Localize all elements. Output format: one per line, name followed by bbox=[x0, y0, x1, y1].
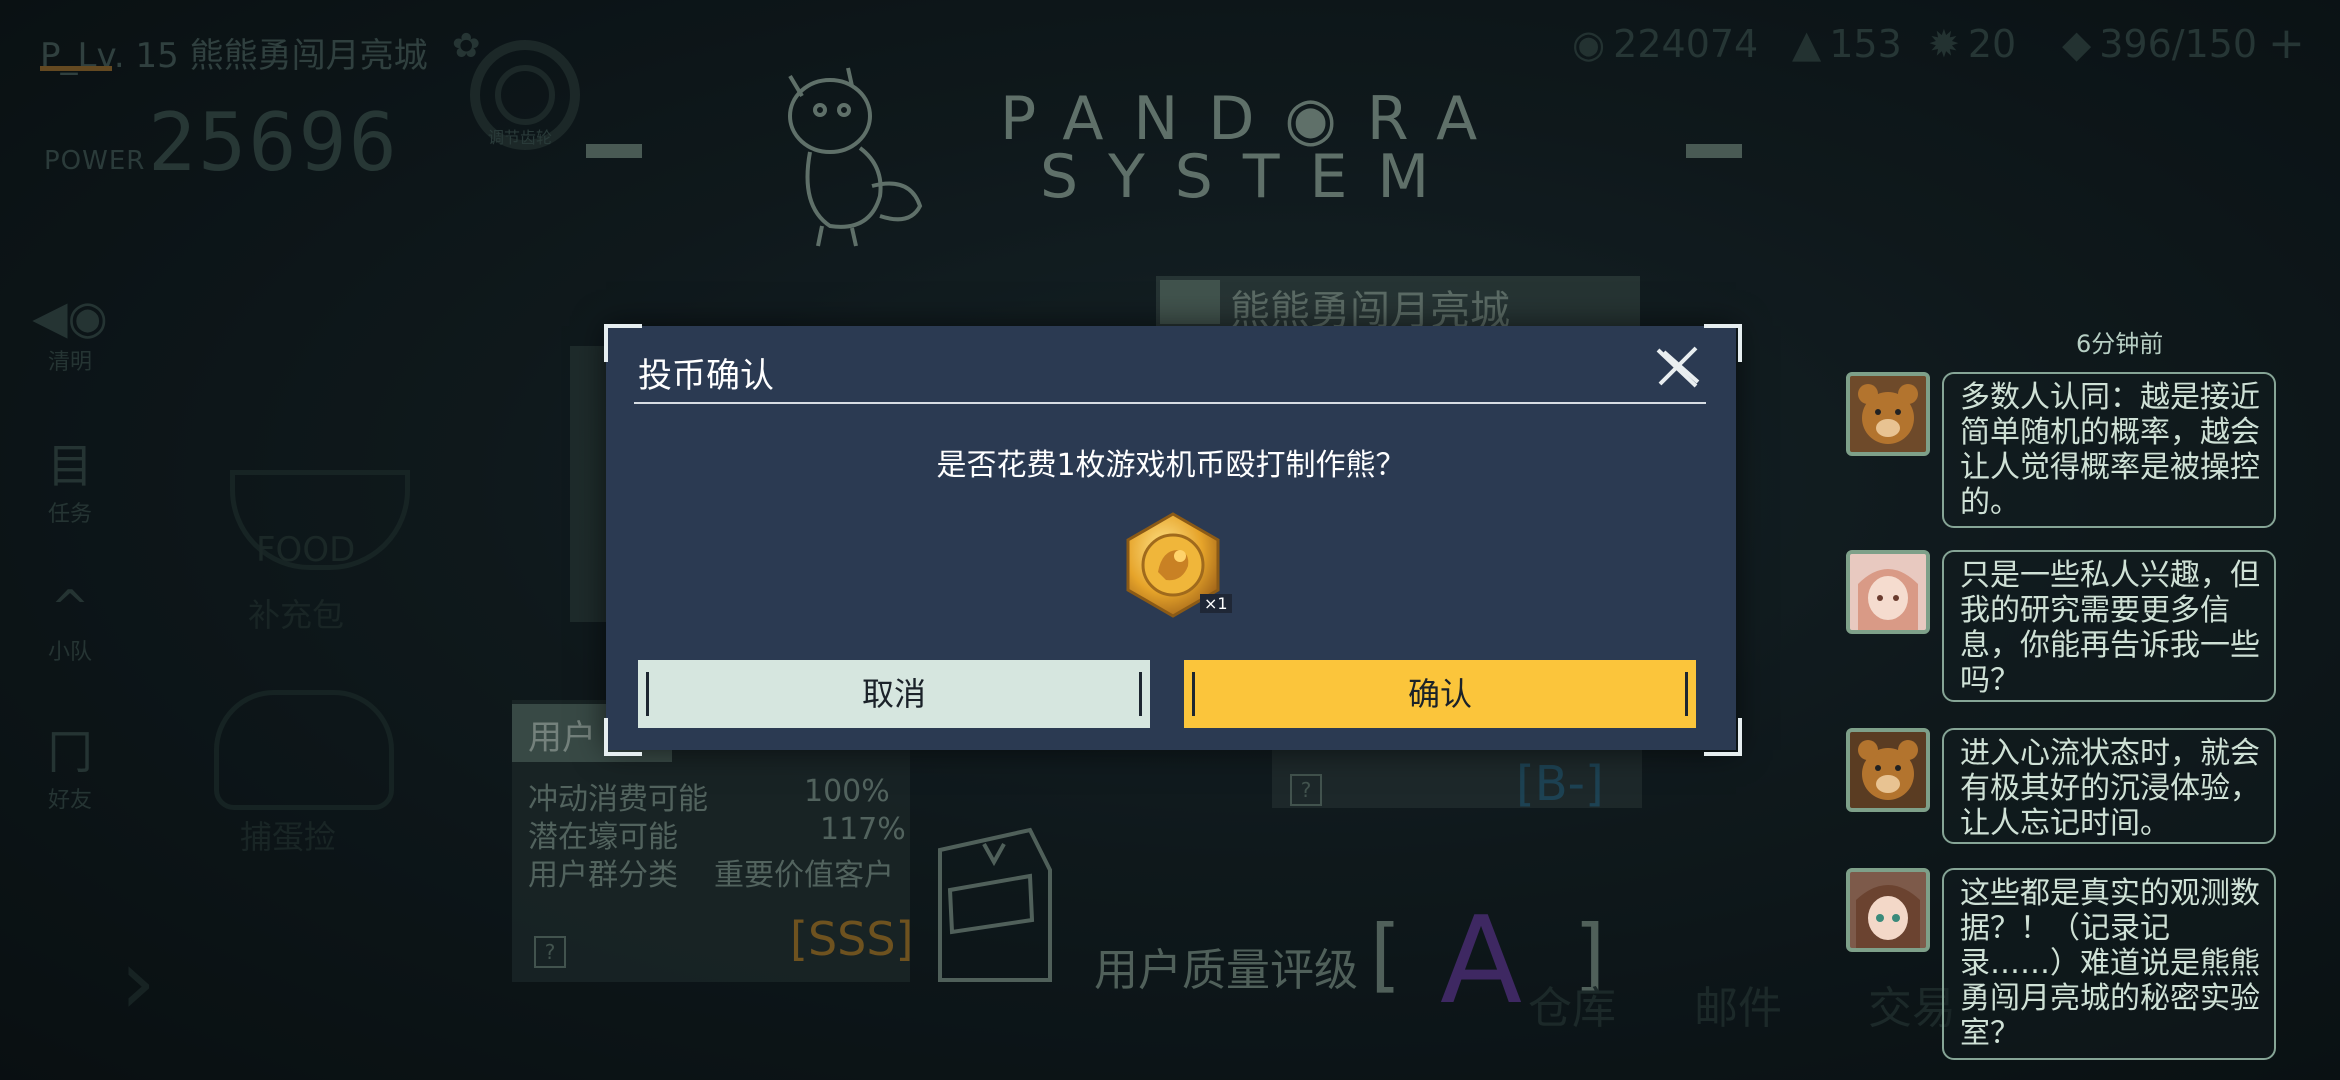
dialog-corner bbox=[1704, 718, 1742, 756]
bear-avatar[interactable] bbox=[1846, 728, 1930, 812]
confirm-button[interactable]: 确认 bbox=[1184, 660, 1696, 728]
dialog-corner bbox=[604, 324, 642, 362]
bear-avatar[interactable] bbox=[1846, 372, 1930, 456]
dialog-corner bbox=[1704, 324, 1742, 362]
chat-timestamp: 6分钟前 bbox=[2076, 330, 2164, 358]
chat-message: 多数人认同：越是接近简单随机的概率，越会让人觉得概率是被操控的。 bbox=[1942, 372, 2276, 528]
chat-message: 进入心流状态时，就会有极其好的沉浸体验，让人忘记时间。 bbox=[1942, 728, 2276, 844]
close-button[interactable] bbox=[1652, 342, 1702, 392]
chat-message: 只是一些私人兴趣，但我的研究需要更多信息，你能再告诉我一些吗？ bbox=[1942, 550, 2276, 702]
dialog-divider bbox=[634, 402, 1706, 404]
dialog-question: 是否花费1枚游戏机币殴打制作熊？ bbox=[936, 448, 1406, 483]
game-screen: P_Lv. 15 熊熊勇闯月亮城 POWER 25696 ✿ 调节齿轮 ◉ 224… bbox=[0, 0, 2340, 1080]
cancel-button[interactable]: 取消 bbox=[638, 660, 1150, 728]
chat-message: 这些都是真实的观测数据？！（记录记录……）难道说是熊熊勇闯月亮城的秘密实验室？ bbox=[1942, 868, 2276, 1060]
pink-hair-girl-avatar[interactable] bbox=[1846, 550, 1930, 634]
confirm-label: 确认 bbox=[1407, 675, 1472, 713]
cancel-label: 取消 bbox=[861, 675, 926, 713]
dialog-corner bbox=[604, 718, 642, 756]
close-icon bbox=[1656, 346, 1700, 388]
brown-hair-girl-avatar[interactable] bbox=[1846, 868, 1930, 952]
dialog-title: 投币确认 bbox=[638, 356, 774, 396]
coin-quantity: ×1 bbox=[1200, 594, 1232, 613]
